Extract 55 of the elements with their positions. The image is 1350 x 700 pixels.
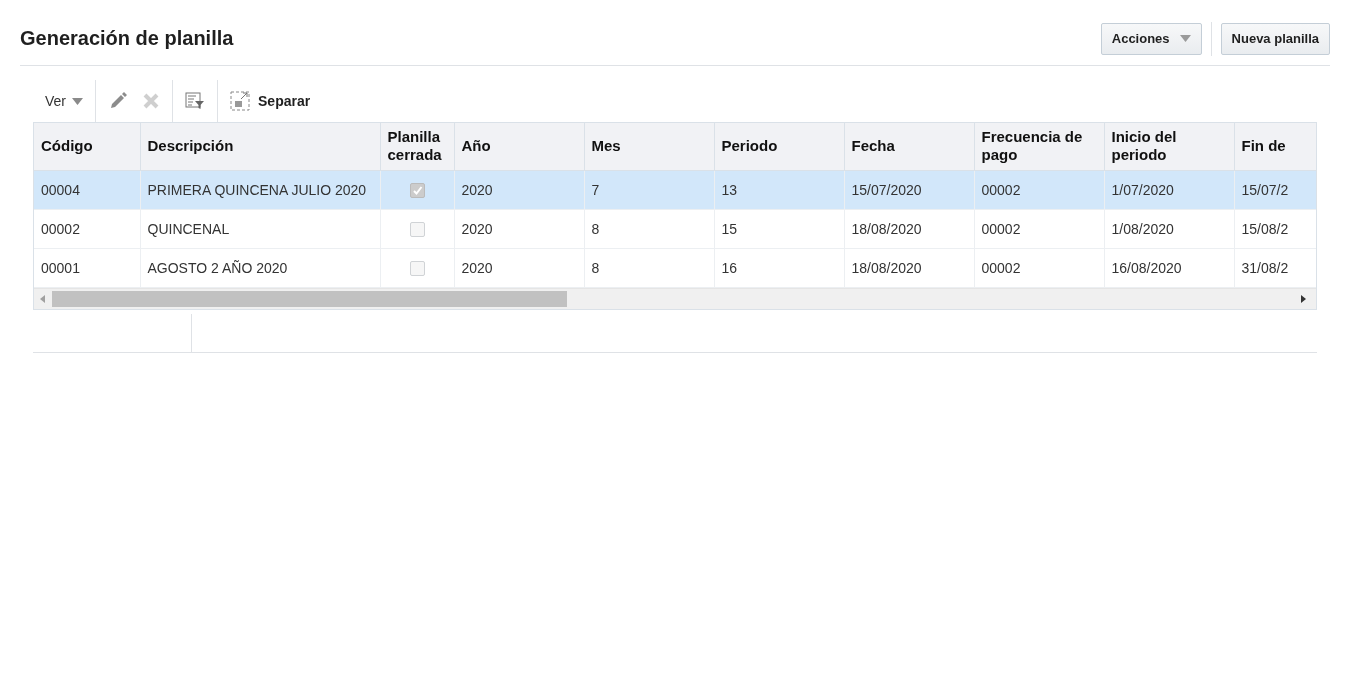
column-header[interactable]: Fin de	[1234, 123, 1316, 170]
table-cell: 18/08/2020	[844, 248, 974, 287]
column-header[interactable]: Periodo	[714, 123, 844, 170]
table-cell: 15/07/2020	[844, 170, 974, 209]
table-cell: 00001	[34, 248, 140, 287]
caret-icon	[72, 97, 83, 105]
page-title: Generación de planilla	[20, 27, 235, 50]
table-row[interactable]: 00004 PRIMERA QUINCENA JULIO 2020 2020 7 13 15/07/2020 00002 1/07/2020 15/07/2	[34, 170, 1316, 209]
column-header[interactable]: Mes	[584, 123, 714, 170]
table-cell: 31/08/2	[1234, 248, 1316, 287]
column-header[interactable]: Código	[34, 123, 140, 170]
scroll-left-icon[interactable]	[38, 293, 48, 304]
detach-icon	[230, 91, 250, 111]
horizontal-scrollbar[interactable]	[34, 287, 1316, 309]
table-cell: 8	[584, 209, 714, 248]
table-cell: 8	[584, 248, 714, 287]
column-header[interactable]: Fecha	[844, 123, 974, 170]
column-header[interactable]: Planilla cerrada	[380, 123, 454, 170]
table-row[interactable]: 00002 QUINCENAL 2020 8 15 18/08/2020 00002 1/08/2020 15/08/2	[34, 209, 1316, 248]
checkbox[interactable]	[409, 221, 425, 237]
checkbox[interactable]	[409, 182, 425, 198]
table-row[interactable]: 00001 AGOSTO 2 AÑO 2020 2020 8 16 18/08/2020 00002 16/08/2020 31/08/2	[34, 248, 1316, 287]
table-cell: 2020	[454, 209, 584, 248]
table-cell: 15/07/2	[1234, 170, 1316, 209]
table-cell: QUINCENAL	[140, 209, 380, 248]
table-cell: 13	[714, 170, 844, 209]
column-header[interactable]: Año	[454, 123, 584, 170]
table-cell: 00004	[34, 170, 140, 209]
column-header[interactable]: Descripción	[140, 123, 380, 170]
column-header[interactable]: Frecuencia de pago	[974, 123, 1104, 170]
table-cell: AGOSTO 2 AÑO 2020	[140, 248, 380, 287]
view-menu-button[interactable]: Ver	[45, 93, 83, 109]
table-cell: 15/08/2	[1234, 209, 1316, 248]
actions-menu-button[interactable]: Acciones	[1100, 22, 1202, 55]
table-cell: 15	[714, 209, 844, 248]
table-cell: 00002	[974, 248, 1104, 287]
caret-icon	[1179, 35, 1191, 42]
column-header[interactable]: Inicio del periodo	[1104, 123, 1234, 170]
table-cell: 18/08/2020	[844, 209, 974, 248]
new-button[interactable]: Nueva planilla	[1220, 22, 1330, 55]
detach-button[interactable]: Separar	[230, 91, 311, 111]
table-cell: 1/08/2020	[1104, 209, 1234, 248]
checkbox[interactable]	[409, 260, 425, 276]
table-cell: 00002	[974, 209, 1104, 248]
table-cell: 2020	[454, 170, 584, 209]
table-cell: 00002	[34, 209, 140, 248]
table-cell: 16/08/2020	[1104, 248, 1234, 287]
filter-icon[interactable]	[185, 91, 205, 111]
table-cell: 7	[584, 170, 714, 209]
table-cell: PRIMERA QUINCENA JULIO 2020	[140, 170, 380, 209]
scroll-right-icon[interactable]	[1298, 293, 1308, 304]
table-cell: 1/07/2020	[1104, 170, 1234, 209]
table-cell: 00002	[974, 170, 1104, 209]
table-cell: 16	[714, 248, 844, 287]
table-cell: 2020	[454, 248, 584, 287]
